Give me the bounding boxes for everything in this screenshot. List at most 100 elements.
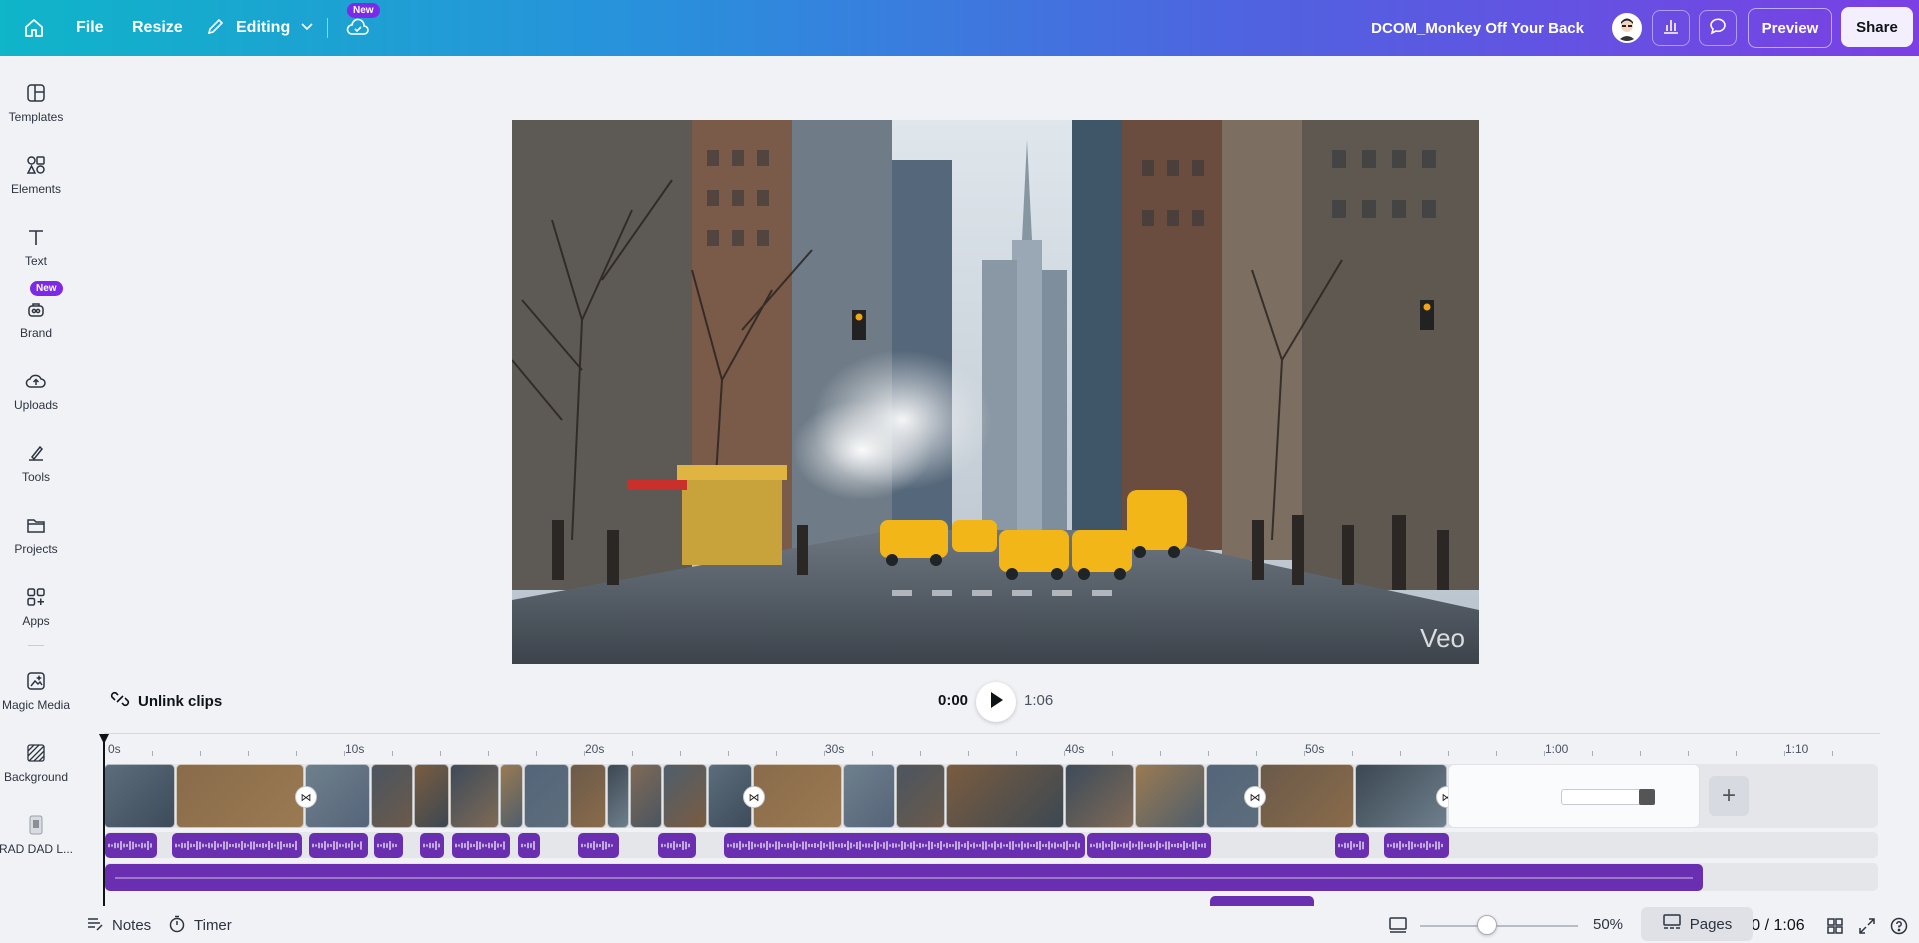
grid-view-icon[interactable] xyxy=(1826,917,1844,940)
timer-button[interactable]: Timer xyxy=(168,908,232,943)
video-clip[interactable] xyxy=(1260,764,1354,828)
sidebar-item-projects[interactable]: Projects xyxy=(0,508,72,570)
comment-button[interactable] xyxy=(1699,10,1737,46)
editing-mode-button[interactable]: Editing xyxy=(206,0,314,56)
insights-button[interactable] xyxy=(1652,10,1690,46)
fit-view-icon[interactable] xyxy=(1388,916,1408,939)
avatar[interactable] xyxy=(1612,13,1642,43)
video-clip[interactable] xyxy=(500,764,523,828)
blank-page-clip[interactable] xyxy=(1448,764,1700,828)
share-button[interactable]: Share xyxy=(1841,7,1913,47)
ruler-tick xyxy=(728,751,729,756)
sidebar-item-tools[interactable]: Tools xyxy=(0,436,72,498)
pages-button[interactable]: Pages xyxy=(1641,907,1753,941)
video-clip[interactable] xyxy=(1135,764,1205,828)
video-clip[interactable] xyxy=(176,764,304,828)
video-clip[interactable] xyxy=(607,764,629,828)
preview-button[interactable]: Preview xyxy=(1748,8,1832,48)
voice-audio-clip[interactable] xyxy=(309,833,368,858)
video-clip[interactable] xyxy=(450,764,499,828)
video-clip[interactable] xyxy=(663,764,707,828)
project-thumb-icon xyxy=(29,815,43,835)
sidebar-item-apps[interactable]: Apps xyxy=(0,580,72,642)
ruler-label: 40s xyxy=(1065,742,1085,756)
video-clip[interactable] xyxy=(104,764,175,828)
zoom-slider-handle[interactable] xyxy=(1477,915,1497,935)
voice-audio-clip[interactable] xyxy=(374,833,403,858)
ruler-label: 30s xyxy=(825,742,845,756)
ruler-tick xyxy=(536,751,537,756)
voice-audio-clip[interactable] xyxy=(578,833,619,858)
city-street-image xyxy=(512,120,1479,664)
resize-button[interactable]: Resize xyxy=(132,0,183,56)
document-title[interactable]: DCOM_Monkey Off Your Back xyxy=(1371,0,1584,56)
voice-audio-clip[interactable] xyxy=(1335,833,1369,858)
playhead[interactable] xyxy=(103,734,105,906)
transition-icon[interactable]: ⋈ xyxy=(1244,786,1266,808)
timeline-ruler[interactable]: 0s 10s 20s 30s 40s 50s 1:00 1:10 xyxy=(104,733,1880,756)
secondary-audio-clip[interactable] xyxy=(1210,896,1314,906)
ruler-label: 0s xyxy=(108,742,121,756)
video-clip[interactable] xyxy=(570,764,606,828)
sidebar-item-background[interactable]: Background xyxy=(0,736,72,798)
transition-icon[interactable]: ⋈ xyxy=(295,786,317,808)
help-icon[interactable] xyxy=(1890,917,1908,940)
video-canvas[interactable]: Veo xyxy=(512,120,1479,664)
brand-icon xyxy=(28,303,44,317)
chevron-down-icon xyxy=(300,19,314,38)
cloud-check-icon[interactable] xyxy=(346,16,370,43)
sidebar-item-label: Apps xyxy=(22,614,50,628)
sidebar-item-uploads[interactable]: Uploads xyxy=(0,364,72,426)
video-clip[interactable] xyxy=(896,764,945,828)
video-clip[interactable] xyxy=(524,764,569,828)
unlink-clips-button[interactable]: Unlink clips xyxy=(110,690,222,712)
apps-icon xyxy=(27,588,45,606)
add-page-button[interactable]: + xyxy=(1709,776,1749,816)
video-clip[interactable] xyxy=(371,764,413,828)
video-clip[interactable] xyxy=(843,764,895,828)
sidebar-item-templates[interactable]: Templates xyxy=(0,76,72,138)
ruler-tick xyxy=(776,751,777,756)
play-button[interactable] xyxy=(976,682,1016,722)
music-clip[interactable] xyxy=(105,864,1703,891)
voice-audio-clip[interactable] xyxy=(724,833,1085,858)
zoom-slider[interactable] xyxy=(1420,925,1578,927)
ruler-tick xyxy=(1592,751,1593,756)
ruler-tick xyxy=(872,751,873,756)
video-clip[interactable] xyxy=(946,764,1064,828)
ruler-tick xyxy=(1064,751,1065,756)
video-clip[interactable] xyxy=(1065,764,1134,828)
ruler-tick xyxy=(632,751,633,756)
sidebar-item-brand[interactable]: Brand xyxy=(0,292,72,354)
home-icon[interactable] xyxy=(22,16,46,40)
voice-audio-clip[interactable] xyxy=(172,833,302,858)
ruler-tick xyxy=(1784,751,1785,756)
video-clip[interactable] xyxy=(1355,764,1447,828)
file-menu-button[interactable]: File xyxy=(76,0,104,56)
fullscreen-icon[interactable] xyxy=(1858,917,1876,940)
sidebar-item-magic-media[interactable]: Magic Media xyxy=(0,664,72,726)
ruler-tick xyxy=(1688,751,1689,756)
transition-icon[interactable]: ⋈ xyxy=(743,786,765,808)
voice-audio-clip[interactable] xyxy=(420,833,444,858)
voice-audio-clip[interactable] xyxy=(452,833,510,858)
voice-audio-clip[interactable] xyxy=(658,833,696,858)
sidebar-item-elements[interactable]: Elements xyxy=(0,148,72,210)
sidebar-item-label: Projects xyxy=(14,542,58,556)
sidebar-item-text[interactable]: Text xyxy=(0,220,72,282)
voice-audio-clip[interactable] xyxy=(1087,833,1211,858)
zoom-value[interactable]: 50% xyxy=(1593,916,1623,933)
sidebar-divider xyxy=(28,645,44,646)
ruler-tick xyxy=(1256,751,1257,756)
notes-button[interactable]: Notes xyxy=(86,908,151,943)
video-clip[interactable] xyxy=(414,764,449,828)
video-clip[interactable] xyxy=(630,764,662,828)
voice-audio-clip[interactable] xyxy=(1384,833,1449,858)
video-clip[interactable] xyxy=(753,764,842,828)
ruler-label: 20s xyxy=(585,742,605,756)
ruler-tick xyxy=(1640,751,1641,756)
voice-audio-clip[interactable] xyxy=(105,833,157,858)
ruler-tick xyxy=(1736,751,1737,756)
voice-audio-clip[interactable] xyxy=(518,833,540,858)
sidebar-item-recent-project[interactable]: RAD DAD L... xyxy=(0,808,73,870)
